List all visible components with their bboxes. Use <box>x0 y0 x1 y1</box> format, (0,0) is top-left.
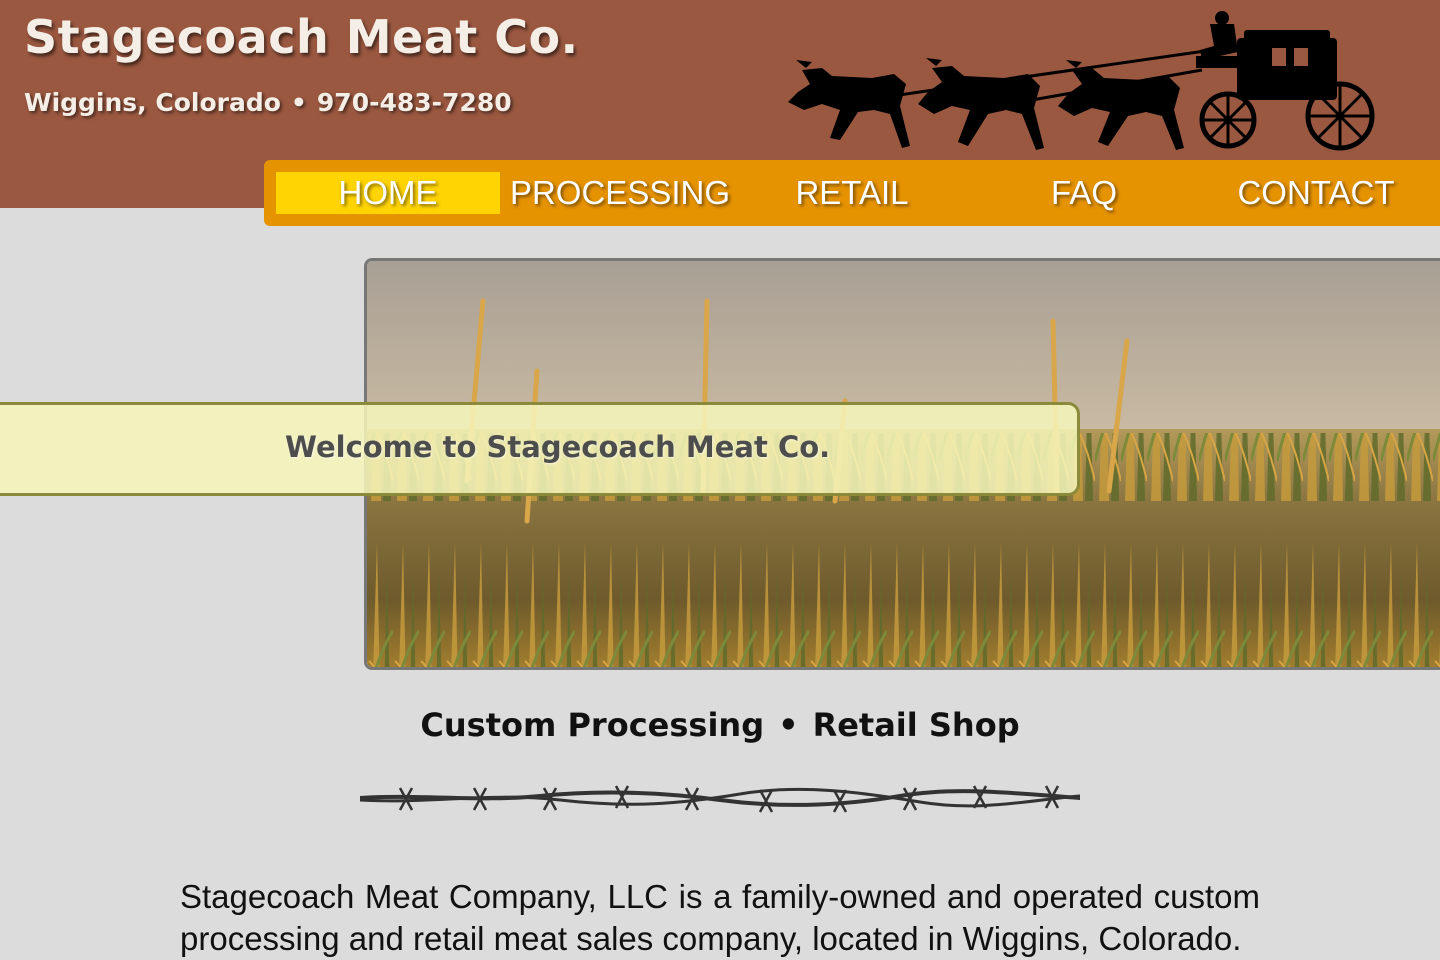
phone-number[interactable]: 970-483-7280 <box>317 88 512 117</box>
site-subtitle: Wiggins, Colorado • 970-483-7280 <box>24 88 512 117</box>
nav-faq[interactable]: FAQ <box>972 172 1196 214</box>
tagline-processing: Custom Processing <box>420 706 765 744</box>
location-text: Wiggins, Colorado <box>24 88 281 117</box>
stagecoach-silhouette-icon <box>788 11 1375 151</box>
site-title[interactable]: Stagecoach Meat Co. <box>24 10 579 64</box>
tagline-separator: • <box>778 706 799 744</box>
tagline: Custom Processing • Retail Shop <box>0 706 1440 744</box>
welcome-heading: Welcome to Stagecoach Meat Co. <box>285 430 831 464</box>
intro-paragraph: Stagecoach Meat Company, LLC is a family… <box>180 878 1260 957</box>
nav-contact[interactable]: CONTACT <box>1204 172 1428 214</box>
nav-home[interactable]: HOME <box>276 172 500 214</box>
nav-processing[interactable]: PROCESSING <box>508 172 732 214</box>
main-nav: HOME PROCESSING RETAIL FAQ CONTACT <box>264 160 1440 226</box>
nav-retail[interactable]: RETAIL <box>740 172 964 214</box>
separator-dot: • <box>290 88 307 117</box>
tagline-retail: Retail Shop <box>812 706 1020 744</box>
barbed-wire-divider <box>360 785 1080 813</box>
